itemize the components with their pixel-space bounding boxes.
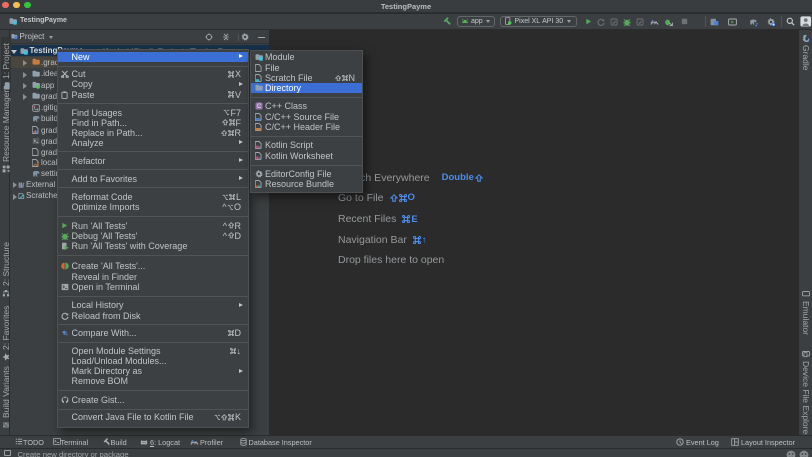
svg-text:C: C <box>256 105 261 111</box>
